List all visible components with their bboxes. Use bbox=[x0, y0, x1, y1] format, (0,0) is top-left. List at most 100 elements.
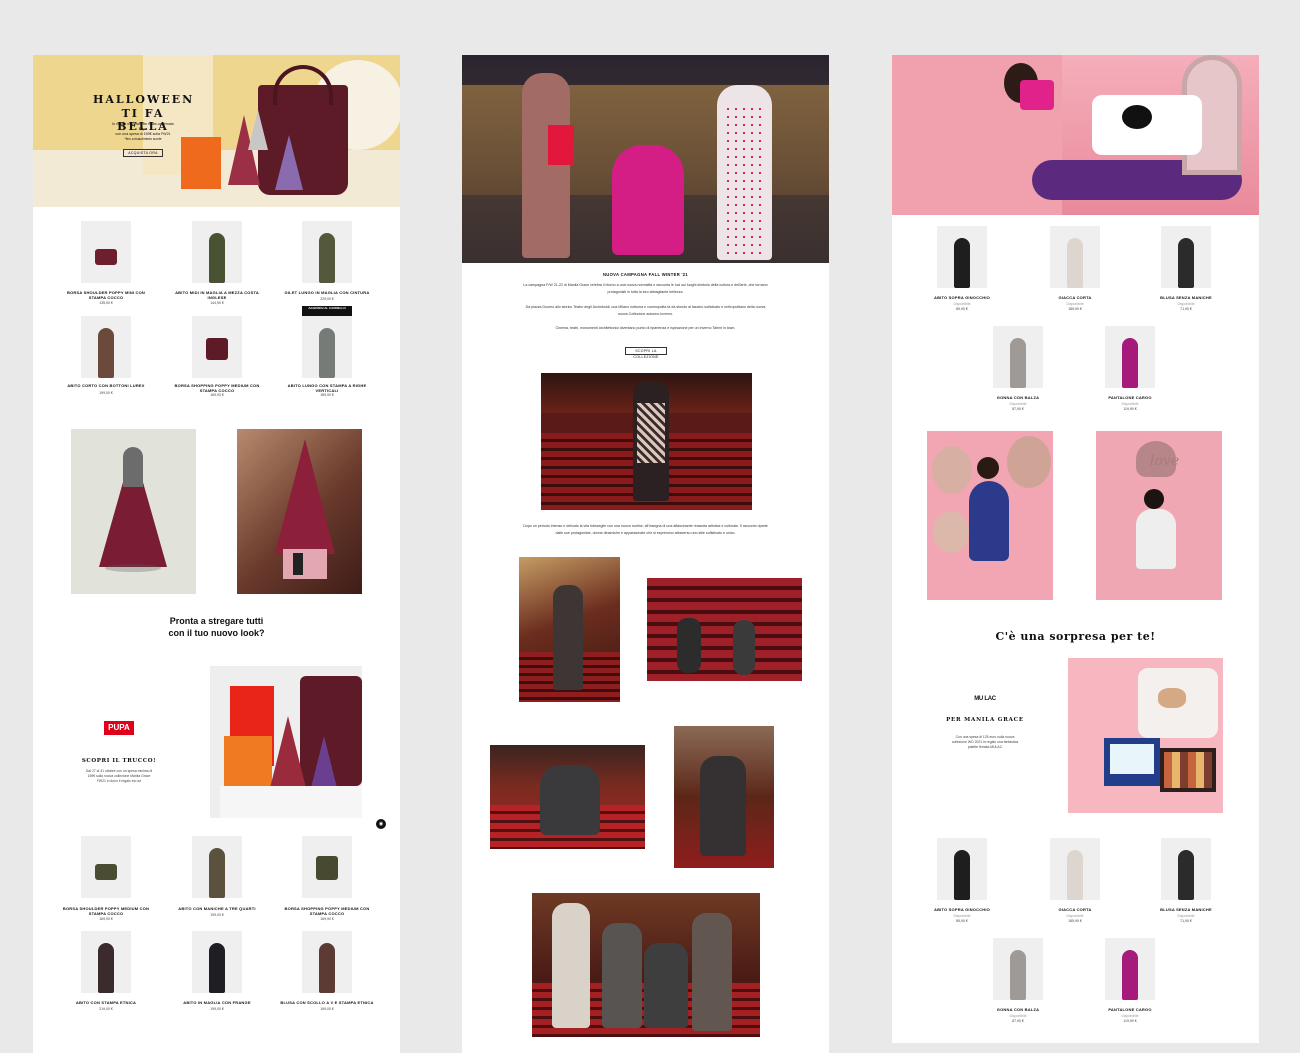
campaign-hero-photo bbox=[462, 55, 829, 263]
product-price: 144,90 € bbox=[210, 301, 224, 305]
mulac-logo: MU LAC bbox=[974, 696, 996, 702]
product-title[interactable]: BORSA SHOULDER POPPY MEDIUM CON STAMPA C… bbox=[58, 906, 154, 916]
product-image[interactable] bbox=[192, 836, 242, 898]
product-image[interactable] bbox=[937, 226, 987, 288]
product-price: 219,00 € bbox=[99, 1007, 113, 1011]
mulac-text-line1: Con una spesa di 125 euro sulla nuova bbox=[955, 735, 1015, 739]
product-image[interactable] bbox=[81, 316, 131, 378]
product-price: 169,00 € bbox=[320, 1007, 334, 1011]
product-title[interactable]: ABITO CORTO CON BOTTONI LUREX bbox=[58, 383, 154, 388]
product-price: 169,90 € bbox=[320, 917, 334, 921]
product-price: 229,00 € bbox=[320, 297, 334, 301]
product-image[interactable] bbox=[993, 326, 1043, 388]
product-availability: Disponibile bbox=[1121, 402, 1139, 406]
campaign-paragraph-1-line2: protagonisti in tutta la loro abbagliant… bbox=[607, 290, 684, 294]
product-price: 185,90 € bbox=[1068, 307, 1082, 311]
pupa-gift-photo bbox=[210, 666, 362, 818]
pupa-text-line3: FW21 in dono il regalo tra noi bbox=[96, 779, 142, 783]
product-title[interactable]: ABITO CON MANICHE A TRE QUARTI bbox=[169, 906, 265, 911]
product-image[interactable] bbox=[1105, 326, 1155, 388]
mulac-title: PER MANILA GRACE bbox=[946, 717, 1024, 723]
surprise-heading: C'è una sorpresa per te! bbox=[995, 630, 1156, 643]
mulac-palette-photo bbox=[1068, 658, 1223, 813]
product-image[interactable] bbox=[1105, 938, 1155, 1000]
middle-page: NUOVA CAMPAGNA FALL WINTER '21 La campag… bbox=[462, 55, 829, 1053]
campaign-paragraph-4-line1: Dopo un periodo intenso e delicato la vi… bbox=[523, 524, 768, 528]
product-image[interactable] bbox=[302, 221, 352, 283]
theater-photo-6 bbox=[532, 893, 760, 1037]
product-price: 71,90 € bbox=[1180, 307, 1192, 311]
pupa-title: SCOPRI IL TRUCCO! bbox=[81, 758, 157, 764]
product-image[interactable] bbox=[1161, 226, 1211, 288]
product-title[interactable]: ABITO SOPRA GINOCCHIO bbox=[914, 295, 1010, 300]
chat-icon[interactable]: ◉ bbox=[376, 819, 386, 829]
theater-photo-3 bbox=[647, 578, 802, 681]
product-price: 87,90 € bbox=[1012, 407, 1024, 411]
product-title[interactable]: BORSA SHOPPING POPPY MEDIUM CON STAMPA C… bbox=[169, 383, 265, 393]
product-title[interactable]: ABITO SOPRA GINOCCHIO bbox=[914, 907, 1010, 912]
campaign-paragraph-2-line2: nuova Collezione autunno inverno. bbox=[617, 312, 674, 316]
product-price: 185,90 € bbox=[1068, 919, 1082, 923]
pupa-text-line2: 159€ sulla nuova collezione Manila Grace bbox=[87, 774, 151, 778]
product-title[interactable]: ABITO LUNGO CON STAMPA A RIGHE VERTICALI bbox=[279, 383, 375, 393]
add-to-cart-button[interactable]: AGGIUNGI AL CARRELLO bbox=[302, 306, 352, 316]
headline-line2: con il tuo nuovo look? bbox=[168, 628, 265, 638]
theater-photo-2 bbox=[519, 557, 620, 702]
product-image[interactable] bbox=[1050, 838, 1100, 900]
product-title[interactable]: ABITO MIDI IN MAGLIA A MEZZA COSTA INGLE… bbox=[169, 290, 265, 300]
pupa-logo: PUPA bbox=[104, 721, 134, 735]
product-title[interactable]: BORSA SHOPPING POPPY MEDIUM CON STAMPA C… bbox=[279, 906, 375, 916]
product-image[interactable] bbox=[937, 838, 987, 900]
product-title[interactable]: PANTALONE CARGO bbox=[1082, 395, 1178, 400]
product-image[interactable] bbox=[1161, 838, 1211, 900]
product-title[interactable]: BLUSA SENZA MANICHE bbox=[1138, 295, 1234, 300]
product-title[interactable]: GONNA CON BALZA bbox=[970, 395, 1066, 400]
theater-photo-5 bbox=[674, 726, 774, 868]
product-price: 135,90 € bbox=[99, 301, 113, 305]
product-availability: Disponibile bbox=[1009, 402, 1027, 406]
product-image[interactable] bbox=[302, 836, 352, 898]
product-image[interactable] bbox=[1050, 226, 1100, 288]
hero-text-line4: *fino a esaurimento scorte bbox=[124, 137, 162, 141]
product-price: 169,90 € bbox=[99, 917, 113, 921]
product-title[interactable]: BORSA SHOULDER POPPY MINI CON STAMPA COC… bbox=[58, 290, 154, 300]
product-image[interactable] bbox=[81, 221, 131, 283]
product-price: 199,00 € bbox=[210, 1007, 224, 1011]
product-image[interactable] bbox=[302, 316, 352, 378]
product-image[interactable] bbox=[192, 316, 242, 378]
product-title[interactable]: ABITO CON STAMPA ETNICA bbox=[58, 1000, 154, 1005]
product-title[interactable]: GIACCA CORTA bbox=[1027, 907, 1123, 912]
product-price: 169,90 € bbox=[210, 393, 224, 397]
product-price: 71,90 € bbox=[1180, 919, 1192, 923]
product-availability: Disponibile bbox=[953, 302, 971, 306]
campaign-paragraph-4-line2: dalle sue protagoniste, donne dinamiche … bbox=[555, 531, 736, 535]
discover-collection-button[interactable]: SCOPRI LA COLLEZIONE bbox=[625, 347, 667, 359]
product-availability: Disponibile bbox=[1009, 1014, 1027, 1018]
product-image[interactable] bbox=[81, 836, 131, 898]
product-title[interactable]: BLUSA SENZA MANICHE bbox=[1138, 907, 1234, 912]
right-page: ABITO SOPRA GINOCCHIO Disponibile 89,90 … bbox=[892, 55, 1259, 1043]
hero-cta-button[interactable]: ACQUISTA ORA bbox=[123, 149, 163, 157]
product-availability: Disponibile bbox=[1066, 914, 1084, 918]
product-image[interactable] bbox=[81, 931, 131, 993]
product-availability: Disponibile bbox=[953, 914, 971, 918]
product-title[interactable]: GILET LUNGO IN MAGLIA CON CINTURA bbox=[279, 290, 375, 295]
pink-chair-hero bbox=[892, 55, 1259, 215]
product-image[interactable] bbox=[192, 221, 242, 283]
product-price: 189,90 € bbox=[320, 393, 334, 397]
product-image[interactable] bbox=[993, 938, 1043, 1000]
headline-line1: Pronta a stregare tutti bbox=[169, 616, 264, 626]
pupa-text-line1: Dal 27 al 31 ottobre con un spesa minima… bbox=[85, 769, 153, 773]
product-price: 119,90 € bbox=[1123, 407, 1137, 411]
product-title[interactable]: BLUSA CON SCOLLO A V E STAMPA ETNICA bbox=[279, 1000, 375, 1005]
product-availability: Disponibile bbox=[1066, 302, 1084, 306]
product-title[interactable]: ABITO IN MAGLIA CON FRANGE bbox=[169, 1000, 265, 1005]
product-title[interactable]: GIACCA CORTA bbox=[1027, 295, 1123, 300]
mulac-text-line3: palette firmata MULAC bbox=[967, 745, 1003, 749]
product-image[interactable] bbox=[302, 931, 352, 993]
product-title[interactable]: GONNA CON BALZA bbox=[970, 1007, 1066, 1012]
product-image[interactable] bbox=[192, 931, 242, 993]
product-price: 89,90 € bbox=[956, 919, 968, 923]
halloween-hero: HALLOWEEN TI FA BELLA In regalo un cofan… bbox=[33, 55, 400, 207]
product-title[interactable]: PANTALONE CARGO bbox=[1082, 1007, 1178, 1012]
